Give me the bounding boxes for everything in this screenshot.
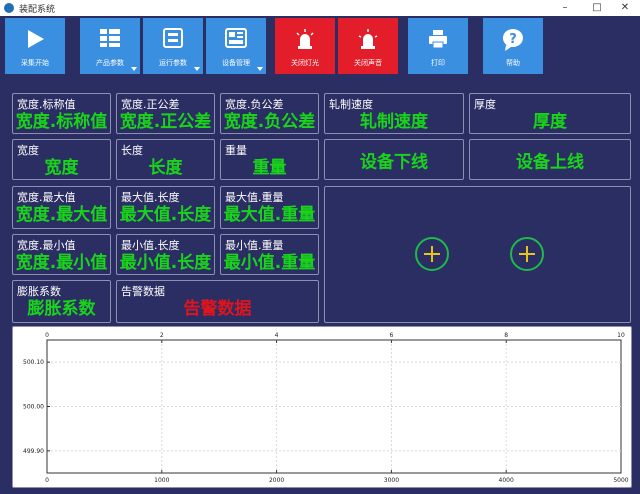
add-device-button-1[interactable] xyxy=(415,237,449,271)
printer-icon xyxy=(429,30,447,49)
min-weight-value: 最小值.重量 xyxy=(223,253,316,273)
expansion-card: 膨胀系数 膨胀系数 xyxy=(12,280,111,323)
x-top-tick-label: 6 xyxy=(389,332,393,339)
run-params-button[interactable]: 运行参数 xyxy=(143,18,203,74)
min-length-value: 最小值.长度 xyxy=(119,253,212,273)
start-capture-button[interactable]: 采集开始 xyxy=(5,18,65,74)
trend-chart-svg: 0 0 1000 2 2000 4 3000 6 4000 8 5000 10 500.10 500.00… xyxy=(23,332,629,484)
max-length-value: 最大值.长度 xyxy=(119,205,212,225)
help-label: 帮助 xyxy=(506,59,520,67)
x-tick-label: 5000 xyxy=(613,477,628,484)
width-minus-tol-value: 宽度.负公差 xyxy=(223,112,316,132)
print-button[interactable]: 打印 xyxy=(408,18,468,74)
device-online-button[interactable]: 设备上线 xyxy=(469,139,631,180)
play-icon xyxy=(28,30,44,48)
device-offline-label: 设备下线 xyxy=(360,152,428,172)
start-capture-label: 采集开始 xyxy=(21,59,49,67)
width-min-card: 宽度.最小值 宽度.最小值 xyxy=(12,234,111,275)
width-nominal-value: 宽度.标称值 xyxy=(15,112,108,132)
device-manage-button[interactable]: 设备管理 xyxy=(206,18,266,74)
panel-icon xyxy=(163,28,183,48)
app-icon xyxy=(4,3,14,13)
min-length-card: 最小值.长度 最小值.长度 xyxy=(116,234,215,275)
chevron-down-icon xyxy=(131,67,137,71)
x-tick-label: 0 xyxy=(45,477,49,484)
product-params-button[interactable]: 产品参数 xyxy=(80,18,140,74)
plot-area xyxy=(46,339,622,474)
min-weight-card: 最小值.重量 最小值.重量 xyxy=(220,234,319,275)
width-max-value: 宽度.最大值 xyxy=(15,205,108,225)
length-value: 长度 xyxy=(148,158,183,178)
chevron-down-icon xyxy=(257,67,263,71)
width-value: 宽度 xyxy=(44,158,79,178)
y-tick-label: 500.10 xyxy=(23,359,44,366)
sound-off-label: 关闭声音 xyxy=(354,59,382,67)
x-top-tick-label: 4 xyxy=(275,332,279,339)
width-plus-tol-card: 宽度.正公差 宽度.正公差 xyxy=(116,93,215,134)
x-tick-label: 4000 xyxy=(499,477,514,484)
y-tick-label: 500.00 xyxy=(23,404,44,411)
expansion-value: 膨胀系数 xyxy=(27,299,96,319)
max-weight-value: 最大值.重量 xyxy=(223,205,316,225)
x-top-tick-label: 8 xyxy=(504,332,508,339)
device-online-label: 设备上线 xyxy=(516,152,584,172)
light-icon xyxy=(296,29,314,49)
width-minus-tol-card: 宽度.负公差 宽度.负公差 xyxy=(220,93,319,134)
alarm-card: 告警数据 告警数据 xyxy=(116,280,319,323)
light-off-label: 关闭灯光 xyxy=(291,59,319,67)
thickness-card: 厚度 厚度 xyxy=(469,93,631,134)
thickness-value: 厚度 xyxy=(533,112,567,132)
maximize-icon[interactable]: □ xyxy=(582,0,612,16)
device-icon xyxy=(225,28,247,48)
weight-value: 重量 xyxy=(252,158,287,178)
siren-icon xyxy=(358,29,378,49)
window-title: 装配系统 xyxy=(19,5,56,15)
close-icon[interactable]: ✕ xyxy=(610,0,640,16)
toolbar: 采集开始 产品参数 运行参数 设备管理 关闭灯光 关闭声音 打印 ? 帮助 xyxy=(0,16,640,78)
print-label: 打印 xyxy=(431,59,445,67)
width-min-value: 宽度.最小值 xyxy=(15,253,108,273)
x-top-tick-label: 2 xyxy=(160,332,164,339)
y-tick-label: 499.90 xyxy=(23,448,44,455)
sound-off-button[interactable]: 关闭声音 xyxy=(338,18,398,74)
chevron-down-icon xyxy=(194,67,200,71)
title-bar: 装配系统 – □ ✕ xyxy=(0,0,640,16)
width-card: 宽度 宽度 xyxy=(12,139,111,180)
x-tick-label: 2000 xyxy=(269,477,284,484)
max-length-card: 最大值.长度 最大值.长度 xyxy=(116,186,215,229)
max-weight-card: 最大值.重量 最大值.重量 xyxy=(220,186,319,229)
svg-text:?: ? xyxy=(509,32,517,47)
width-nominal-card: 宽度.标称值 宽度.标称值 xyxy=(12,93,111,134)
rolling-speed-card: 轧制速度 轧制速度 xyxy=(324,93,464,134)
weight-card: 重量 重量 xyxy=(220,139,319,180)
help-icon: ? xyxy=(502,29,523,51)
alarm-value: 告警数据 xyxy=(183,299,252,319)
length-card: 长度 长度 xyxy=(116,139,215,180)
minimize-icon[interactable]: – xyxy=(550,0,580,16)
device-offline-button[interactable]: 设备下线 xyxy=(324,139,464,180)
light-off-button[interactable]: 关闭灯光 xyxy=(275,18,335,74)
x-top-tick-label: 0 xyxy=(45,332,49,339)
rolling-speed-value: 轧制速度 xyxy=(360,112,428,132)
add-device-button-2[interactable] xyxy=(510,237,544,271)
trend-chart: 0 0 1000 2 2000 4 3000 6 4000 8 5000 10 500.10 500.00… xyxy=(12,326,632,488)
width-plus-tol-value: 宽度.正公差 xyxy=(119,112,212,132)
device-slot-panel xyxy=(324,186,631,323)
grid-icon xyxy=(100,29,120,47)
help-button[interactable]: ? 帮助 xyxy=(483,18,543,74)
x-top-tick-label: 10 xyxy=(617,332,625,339)
x-tick-label: 1000 xyxy=(154,477,169,484)
width-max-card: 宽度.最大值 宽度.最大值 xyxy=(12,186,111,229)
x-tick-label: 3000 xyxy=(384,477,399,484)
